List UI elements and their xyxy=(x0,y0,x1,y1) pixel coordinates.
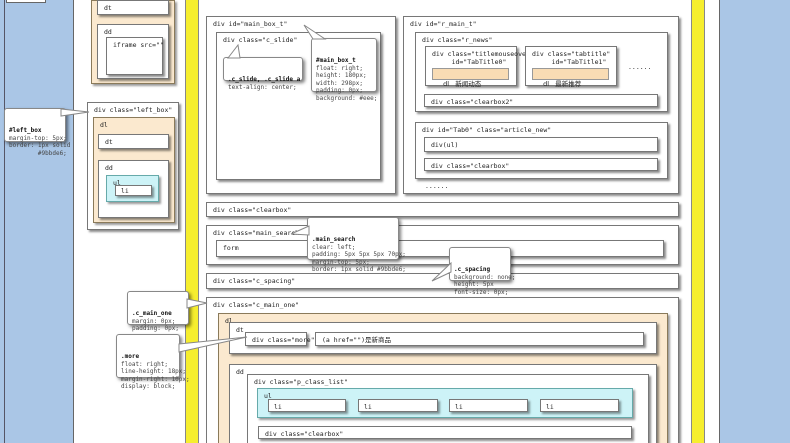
search-form[interactable]: form xyxy=(216,240,664,257)
note-c-slide: .c_slide, .c_slide a text-align: center; xyxy=(223,57,303,91)
list-item: li xyxy=(449,399,528,412)
left-li: li xyxy=(115,185,152,196)
clearbox: div class="clearbox" xyxy=(206,202,679,217)
left-stripe xyxy=(0,0,5,443)
note-c-main-one: .c_main_one margin: 0px; padding: 0px; xyxy=(127,291,189,332)
left-top-dt: dt xyxy=(97,0,169,15)
note-main-box-t-pointer xyxy=(303,24,327,40)
more-link[interactable]: (a href="")是新商品 xyxy=(315,332,644,346)
note-more: .more float: right; line-height: 18px; ma… xyxy=(116,334,190,390)
ellipsis-articles: ...... xyxy=(425,182,449,190)
note-main-search: .main_search clear: left; padding: 5px 5p… xyxy=(307,217,406,273)
note-c-main-one-pointer xyxy=(186,298,208,309)
clearbox2: div class="clearbox2" xyxy=(424,94,658,107)
top-left-edge xyxy=(6,0,46,3)
note-more-pointer xyxy=(178,336,248,353)
clearbox-bottom: div class="clearbox" xyxy=(258,426,632,439)
div-ul: div(ul) xyxy=(424,137,658,152)
ellipsis-tabs: ...... xyxy=(628,63,652,71)
note-left-box: #left_box margin-top: 5px; border: 1px so… xyxy=(4,108,70,157)
note-main-search-pointer xyxy=(290,225,310,236)
list-item: li xyxy=(540,399,619,412)
note-c-slide-pointer xyxy=(226,44,241,59)
left-dt: dt xyxy=(98,134,169,149)
right-column xyxy=(705,0,720,443)
more-box[interactable]: div class="more" xyxy=(245,332,315,346)
tab-0-label[interactable]: dl 新闻动态 xyxy=(432,68,509,88)
clearbox-inner: div class="clearbox" xyxy=(424,158,658,171)
tab-1-label[interactable]: dl 最新推荐 xyxy=(532,68,609,88)
note-main-box-t: #main_box_t float: right; height: 180px; … xyxy=(311,38,377,102)
list-item: li xyxy=(358,399,438,412)
note-c-spacing-pointer xyxy=(431,262,452,282)
note-left-box-pointer xyxy=(60,108,90,117)
list-item: li xyxy=(268,399,346,412)
note-c-spacing: .c_spacing background: none; height: 5px … xyxy=(449,247,515,296)
iframe-box: iframe src="" xyxy=(106,37,164,75)
